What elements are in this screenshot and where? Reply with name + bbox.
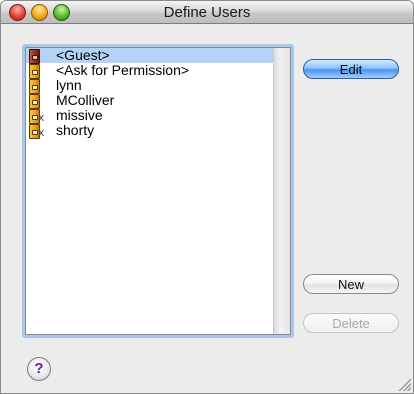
list-item[interactable]: x shorty — [26, 122, 274, 139]
user-name-label: MColliver — [56, 92, 115, 108]
list-item[interactable]: lynn — [26, 77, 274, 94]
title-bar[interactable]: Define Users — [1, 1, 413, 24]
zoom-button[interactable] — [53, 4, 70, 21]
user-name-label: shorty — [56, 122, 95, 138]
help-button[interactable]: ? — [27, 357, 51, 381]
user-name-label: lynn — [56, 77, 82, 93]
resize-grip-icon[interactable] — [397, 377, 411, 391]
user-icon — [29, 79, 40, 94]
user-name-label: missive — [56, 107, 103, 123]
user-name-label: <Ask for Permission> — [56, 62, 190, 78]
user-icon — [29, 94, 40, 109]
user-name-label: <Guest> — [56, 47, 110, 63]
list-item[interactable]: <Ask for Permission> — [26, 62, 274, 79]
edit-button[interactable]: Edit — [303, 59, 399, 79]
user-icon — [29, 49, 40, 64]
new-button[interactable]: New — [303, 274, 399, 294]
list-item[interactable]: MColliver — [26, 92, 274, 109]
delete-button[interactable]: Delete — [303, 313, 399, 333]
disabled-mark-icon: x — [38, 126, 45, 139]
list-item[interactable]: x missive — [26, 107, 274, 124]
list-item[interactable]: <Guest> — [26, 47, 274, 64]
users-list-items: <Guest> <Ask for Permission> lynn MColliver… — [26, 47, 274, 139]
minimize-button[interactable] — [31, 4, 48, 21]
close-button[interactable] — [9, 4, 26, 21]
vertical-scrollbar[interactable] — [273, 48, 290, 334]
users-list[interactable]: <Guest> <Ask for Permission> lynn MColliver… — [25, 47, 291, 335]
user-icon — [29, 64, 40, 79]
define-users-window: Define Users <Guest> <Ask for Permission>… — [0, 0, 414, 394]
